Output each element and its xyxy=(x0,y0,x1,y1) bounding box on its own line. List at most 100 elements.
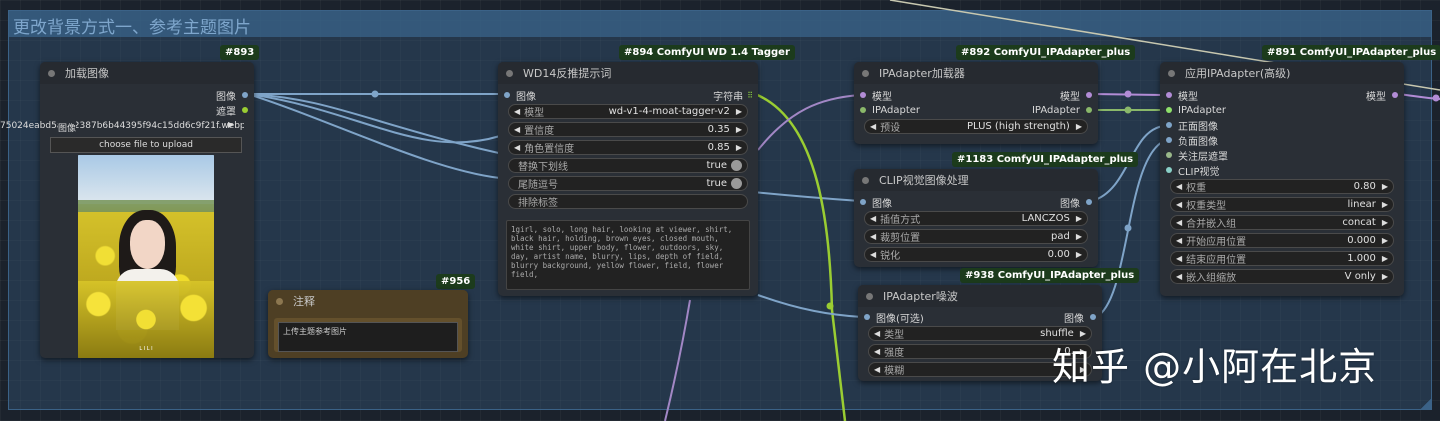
input-dot-icon[interactable] xyxy=(860,199,866,205)
embeds-scaling-select[interactable]: ◀ 嵌入组缩放 V only ▶ xyxy=(1170,269,1394,284)
note-node[interactable]: 注释 上传主题参考图片 xyxy=(268,290,468,358)
weight-type-select[interactable]: ◀ 权重类型 linear ▶ xyxy=(1170,197,1394,212)
next-arrow-icon: ▶ xyxy=(1075,214,1082,223)
input-dot-icon[interactable] xyxy=(1166,152,1172,158)
prev-arrow-icon: ◀ xyxy=(1176,272,1183,281)
input-dot-icon[interactable] xyxy=(1166,167,1172,173)
input-dot-icon[interactable] xyxy=(1166,107,1172,113)
node-header[interactable]: 加载图像 xyxy=(40,62,254,84)
crop-position-select[interactable]: ◀ 裁剪位置 pad ▶ xyxy=(864,229,1088,244)
node-badge-ipa-loader: #892 ComfyUI_IPAdapter_plus xyxy=(956,45,1136,60)
output-mask[interactable]: 遮罩 xyxy=(216,103,248,118)
output-model[interactable]: 模型 xyxy=(1366,88,1398,103)
input-negative-image[interactable]: 负面图像 xyxy=(1166,133,1218,148)
output-ipadapter[interactable]: IPAdapter xyxy=(1032,103,1092,117)
node-header[interactable]: IPAdapter加载器 xyxy=(854,62,1098,84)
character-threshold-slider[interactable]: ◀ 角色置信度 0.85 ▶ xyxy=(508,140,748,155)
filename-value: 75024eabd5a2d2387b6b44395f94c15dd6c9f21f… xyxy=(0,121,244,131)
sharpening-slider[interactable]: ◀ 锐化 0.00 ▶ xyxy=(864,247,1088,262)
tags-output-text[interactable]: 1girl, solo, long hair, looking at viewe… xyxy=(506,220,750,290)
input-image[interactable]: 图像 xyxy=(860,195,892,210)
node-badge-wd14: #894 ComfyUI WD 1.4 Tagger xyxy=(619,45,795,60)
output-dot-icon[interactable] xyxy=(1392,92,1398,98)
end-at-slider[interactable]: ◀ 结束应用位置 1.000 ▶ xyxy=(1170,251,1394,266)
input-ipadapter[interactable]: IPAdapter xyxy=(1166,103,1226,117)
node-header[interactable]: 应用IPAdapter(高级) xyxy=(1160,62,1404,84)
input-dot-icon[interactable] xyxy=(1166,137,1172,143)
collapse-dot-icon[interactable] xyxy=(866,292,873,300)
output-dot-icon[interactable] xyxy=(1086,199,1092,205)
threshold-slider[interactable]: ◀ 置信度 0.35 ▶ xyxy=(508,122,748,137)
output-string[interactable]: 字符串 ⠿ xyxy=(713,88,753,103)
ipadapter-loader-node[interactable]: IPAdapter加载器 模型 模型 IPAdapter IPAdapter ◀… xyxy=(854,62,1098,144)
output-image[interactable]: 图像 xyxy=(1060,195,1092,210)
input-dot-icon[interactable] xyxy=(860,92,866,98)
collapse-dot-icon[interactable] xyxy=(862,69,869,77)
input-dot-icon[interactable] xyxy=(504,92,510,98)
clip-vision-prep-node[interactable]: CLIP视觉图像处理 图像 图像 ◀ 插值方式 LANCZOS ▶ ◀ 裁剪位置 pad ▶… xyxy=(854,169,1098,267)
prev-arrow-icon: ◀ xyxy=(874,329,881,338)
input-dot-icon[interactable] xyxy=(860,107,866,113)
input-ipadapter[interactable]: IPAdapter xyxy=(860,103,920,117)
prev-arrow-icon: ◀ xyxy=(870,214,877,223)
input-dot-icon[interactable] xyxy=(1166,122,1172,128)
next-arrow-icon: ▶ xyxy=(1381,236,1388,245)
node-title: 注释 xyxy=(293,295,315,308)
next-arrow-icon: ▶ xyxy=(1381,272,1388,281)
prev-arrow-icon: ◀ xyxy=(514,107,521,116)
input-dot-icon[interactable] xyxy=(864,314,870,320)
grid-dots-icon[interactable]: ⠿ xyxy=(747,91,753,100)
node-header[interactable]: CLIP视觉图像处理 xyxy=(854,169,1098,191)
next-arrow-icon: ▶ xyxy=(1381,218,1388,227)
preset-select[interactable]: ◀ 预设 PLUS (high strength) ▶ xyxy=(864,119,1088,134)
collapse-dot-icon[interactable] xyxy=(48,69,55,77)
node-header[interactable]: IPAdapter噪波 xyxy=(858,285,1102,307)
model-select[interactable]: ◀ 模型 wd-v1-4-moat-tagger-v2 ▶ xyxy=(508,104,748,119)
upload-button[interactable]: choose file to upload xyxy=(50,137,242,153)
start-at-slider[interactable]: ◀ 开始应用位置 0.000 ▶ xyxy=(1170,233,1394,248)
weight-slider[interactable]: ◀ 权重 0.80 ▶ xyxy=(1170,179,1394,194)
wd14-node[interactable]: WD14反推提示词 图像 字符串 ⠿ ◀ 模型 wd-v1-4-moat-tagger… xyxy=(498,62,758,296)
input-dot-icon[interactable] xyxy=(1166,92,1172,98)
prev-arrow-icon: ◀ xyxy=(1176,182,1183,191)
input-clip-vision[interactable]: CLIP视觉 xyxy=(1166,163,1220,178)
input-model[interactable]: 模型 xyxy=(1166,88,1198,103)
output-dot-icon[interactable] xyxy=(242,107,248,113)
output-dot-icon[interactable] xyxy=(242,92,248,98)
next-arrow-icon[interactable]: ▶ xyxy=(228,120,234,129)
image-preview: L I L I xyxy=(78,155,214,358)
output-dot-icon[interactable] xyxy=(1086,92,1092,98)
combine-embeds-select[interactable]: ◀ 合并嵌入组 concat ▶ xyxy=(1170,215,1394,230)
collapse-dot-icon[interactable] xyxy=(506,69,513,77)
node-title: 应用IPAdapter(高级) xyxy=(1185,67,1291,80)
input-model[interactable]: 模型 xyxy=(860,88,892,103)
exclude-tags-input[interactable]: 排除标签 xyxy=(508,194,748,209)
prev-arrow-icon: ◀ xyxy=(874,347,881,356)
node-title: CLIP视觉图像处理 xyxy=(879,174,969,187)
replace-underscore-toggle[interactable]: 替换下划线 true xyxy=(508,158,748,173)
prev-arrow-icon: ◀ xyxy=(1176,200,1183,209)
node-badge-clip-vision: #1183 ComfyUI_IPAdapter_plus xyxy=(952,152,1139,167)
collapse-dot-icon[interactable] xyxy=(862,176,869,184)
input-attention-mask[interactable]: 关注层遮罩 xyxy=(1166,148,1228,163)
output-image[interactable]: 图像 xyxy=(1064,310,1096,325)
node-header[interactable]: WD14反推提示词 xyxy=(498,62,758,84)
input-image[interactable]: 图像 xyxy=(504,88,536,103)
note-textarea[interactable]: 上传主题参考图片 xyxy=(278,322,458,352)
apply-ipadapter-advanced-node[interactable]: 应用IPAdapter(高级) 模型 模型 IPAdapter 正面图像 负面图… xyxy=(1160,62,1404,296)
interpolation-select[interactable]: ◀ 插值方式 LANCZOS ▶ xyxy=(864,211,1088,226)
trailing-comma-toggle[interactable]: 尾随逗号 true xyxy=(508,176,748,191)
output-dot-icon[interactable] xyxy=(1086,107,1092,113)
group-resize-handle[interactable] xyxy=(1421,399,1431,409)
output-model[interactable]: 模型 xyxy=(1060,88,1092,103)
node-header[interactable]: 注释 xyxy=(268,290,468,312)
input-image-optional[interactable]: 图像(可选) xyxy=(864,310,924,325)
next-arrow-icon: ▶ xyxy=(735,143,742,152)
group-title-bar[interactable]: 更改背景方式一、参考主题图片 xyxy=(9,11,1431,38)
filename-widget[interactable]: 75024eabd5a2d2387b6b44395f94c15dd6c9f21f… xyxy=(0,120,244,135)
collapse-dot-icon[interactable] xyxy=(276,297,283,305)
output-image[interactable]: 图像 xyxy=(216,88,248,103)
collapse-dot-icon[interactable] xyxy=(1168,69,1175,77)
input-positive-image[interactable]: 正面图像 xyxy=(1166,118,1218,133)
output-dot-icon[interactable] xyxy=(1090,314,1096,320)
